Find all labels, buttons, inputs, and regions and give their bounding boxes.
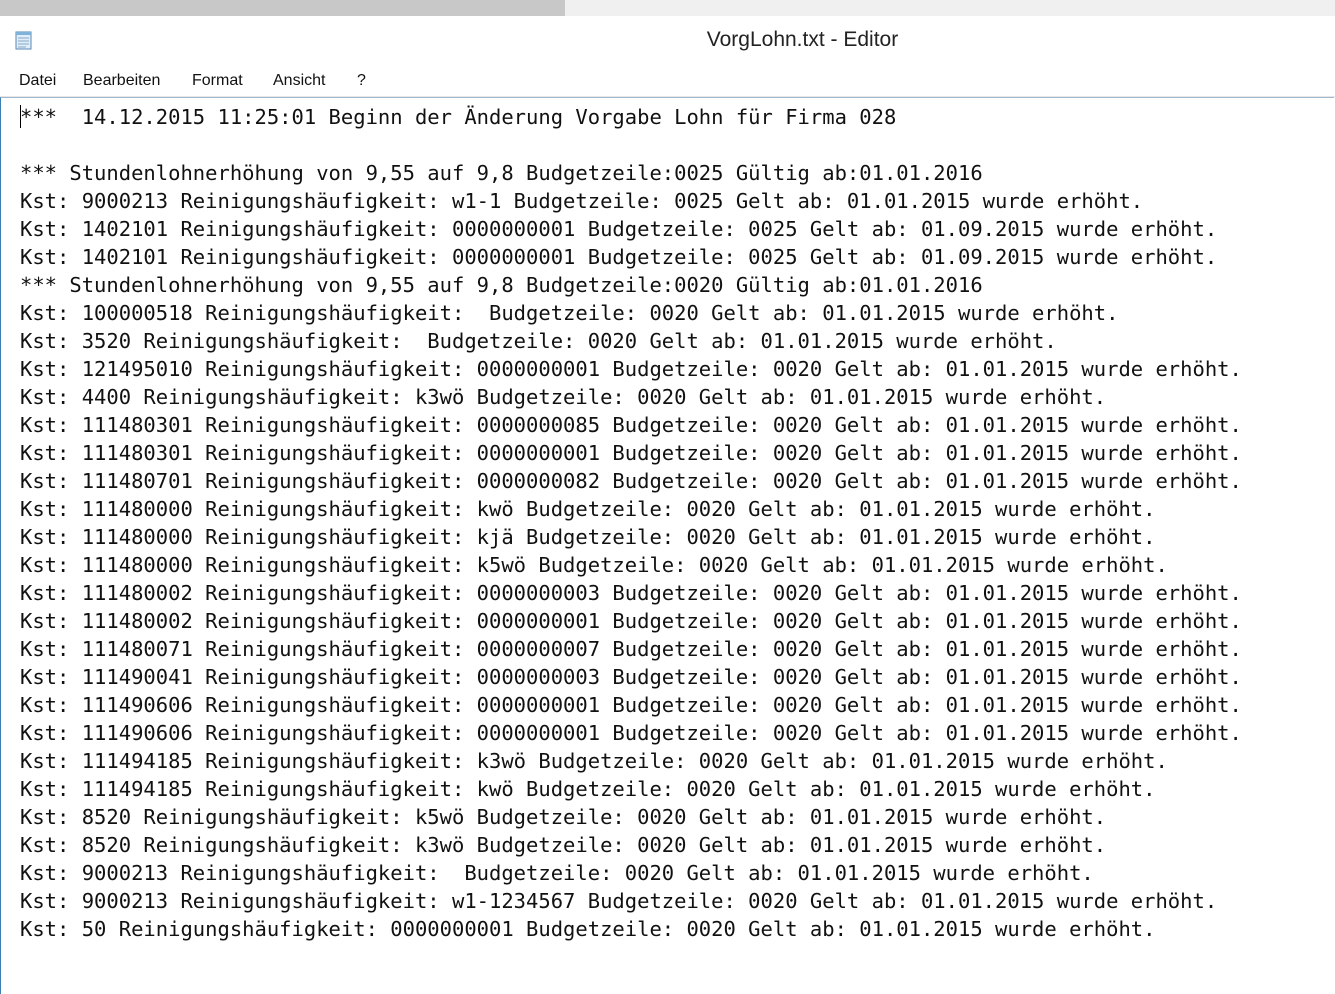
text-line[interactable]: Kst: 9000213 Reinigungshäufigkeit: w1-12… — [20, 889, 1217, 913]
text-line[interactable]: Kst: 111494185 Reinigungshäufigkeit: k3w… — [20, 749, 1168, 773]
taskbar-strip — [0, 0, 1335, 16]
menu-file[interactable]: Datei — [19, 72, 56, 90]
menu-view[interactable]: Ansicht — [273, 72, 325, 90]
text-line[interactable]: Kst: 8520 Reinigungshäufigkeit: k5wö Bud… — [20, 805, 1106, 829]
menu-bar: Datei Bearbeiten Format Ansicht ? — [0, 66, 1335, 97]
text-line[interactable]: Kst: 8520 Reinigungshäufigkeit: k3wö Bud… — [20, 833, 1106, 857]
text-line[interactable]: Kst: 111480000 Reinigungshäufigkeit: k5w… — [20, 553, 1168, 577]
text-line[interactable]: Kst: 121495010 Reinigungshäufigkeit: 000… — [20, 357, 1242, 381]
text-line[interactable]: Kst: 111490606 Reinigungshäufigkeit: 000… — [20, 693, 1242, 717]
text-line[interactable]: Kst: 111494185 Reinigungshäufigkeit: kwö… — [20, 777, 1155, 801]
menu-help[interactable]: ? — [357, 72, 366, 90]
text-line[interactable]: Kst: 111480000 Reinigungshäufigkeit: kjä… — [20, 525, 1155, 549]
text-line[interactable]: Kst: 111480301 Reinigungshäufigkeit: 000… — [20, 441, 1242, 465]
notepad-window: VorgLohn.txt - Editor Datei Bearbeiten F… — [0, 0, 1335, 994]
taskbar-strip-highlight — [0, 0, 565, 16]
text-line[interactable]: Kst: 3520 Reinigungshäufigkeit: Budgetze… — [20, 329, 1057, 353]
text-line[interactable]: Kst: 111480301 Reinigungshäufigkeit: 000… — [20, 413, 1242, 437]
text-line[interactable]: Kst: 1402101 Reinigungshäufigkeit: 00000… — [20, 217, 1217, 241]
text-line[interactable]: Kst: 50 Reinigungshäufigkeit: 0000000001… — [20, 917, 1155, 941]
text-line[interactable]: Kst: 111480701 Reinigungshäufigkeit: 000… — [20, 469, 1242, 493]
text-line[interactable]: Kst: 111480002 Reinigungshäufigkeit: 000… — [20, 581, 1242, 605]
menu-edit[interactable]: Bearbeiten — [83, 72, 160, 90]
text-line[interactable]: Kst: 111480002 Reinigungshäufigkeit: 000… — [20, 609, 1242, 633]
text-line[interactable]: Kst: 9000213 Reinigungshäufigkeit: w1-1 … — [20, 189, 1143, 213]
text-line[interactable]: Kst: 111480000 Reinigungshäufigkeit: kwö… — [20, 497, 1155, 521]
text-line[interactable]: Kst: 111480071 Reinigungshäufigkeit: 000… — [20, 637, 1242, 661]
text-line[interactable]: Kst: 4400 Reinigungshäufigkeit: k3wö Bud… — [20, 385, 1106, 409]
text-editor-area[interactable]: *** 14.12.2015 11:25:01 Beginn der Änder… — [0, 97, 1334, 994]
text-line[interactable]: Kst: 111490606 Reinigungshäufigkeit: 000… — [20, 721, 1242, 745]
text-caret — [20, 105, 21, 128]
title-bar[interactable]: VorgLohn.txt - Editor — [0, 16, 1335, 66]
text-line[interactable]: *** Stundenlohnerhöhung von 9,55 auf 9,8… — [20, 273, 983, 297]
text-line[interactable]: Kst: 9000213 Reinigungshäufigkeit: Budge… — [20, 861, 1094, 885]
text-line[interactable]: Kst: 1402101 Reinigungshäufigkeit: 00000… — [20, 245, 1217, 269]
menu-format[interactable]: Format — [192, 72, 243, 90]
text-line[interactable]: Kst: 111490041 Reinigungshäufigkeit: 000… — [20, 665, 1242, 689]
text-line[interactable]: Kst: 100000518 Reinigungshäufigkeit: Bud… — [20, 301, 1118, 325]
window-title: VorgLohn.txt - Editor — [706, 28, 899, 51]
text-line[interactable]: *** 14.12.2015 11:25:01 Beginn der Änder… — [20, 105, 896, 129]
text-line[interactable]: *** Stundenlohnerhöhung von 9,55 auf 9,8… — [20, 161, 983, 185]
editor-content[interactable]: *** 14.12.2015 11:25:01 Beginn der Änder… — [20, 103, 1242, 943]
